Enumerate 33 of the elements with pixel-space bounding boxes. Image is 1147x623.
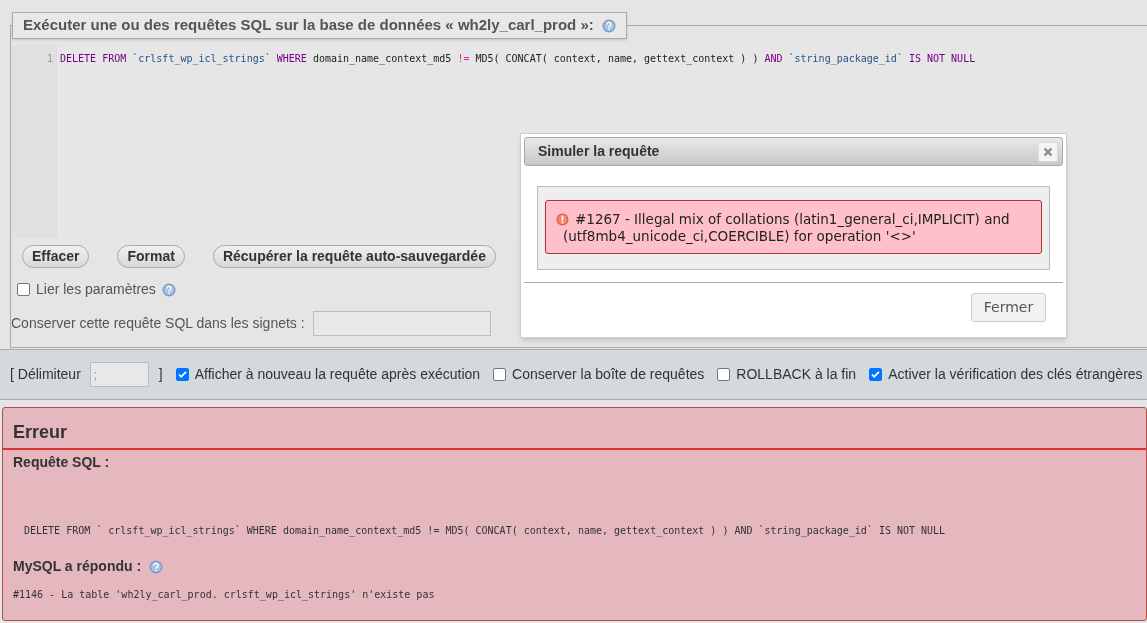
dialog-title: Simuler la requête (538, 142, 660, 161)
error-message: #1146 - La table 'wh2ly_carl_prod. crlsft_wp_icl_strings' n'existe pas (12, 588, 436, 602)
toolbar-button[interactable]: Format (117, 245, 185, 268)
close-dialog-button[interactable]: Fermer (971, 293, 1046, 322)
query-heading: Requête SQL : (12, 453, 111, 472)
response-heading: MySQL a répondu : (13, 557, 142, 576)
checkbox-label: Lier les paramètres (36, 280, 156, 299)
delimiter-label: [ Délimiteur (10, 365, 81, 384)
checkbox[interactable] (493, 368, 507, 381)
code-line: DELETE FROM `crlsft_wp_icl_strings` WHERE domain_name_context_md5 != MD5( CONCAT( context, name, gettext_context ) ) AND `string_package_id` IS NOT NULL (60, 52, 976, 66)
error-icon (556, 213, 569, 226)
checkbox[interactable] (717, 368, 731, 381)
close-button[interactable] (1038, 141, 1058, 162)
line-number: 1 (45, 52, 53, 66)
help-icon[interactable] (601, 18, 616, 33)
help-icon[interactable] (161, 282, 176, 297)
toolbar-button[interactable]: Effacer (22, 245, 90, 268)
help-icon[interactable] (149, 559, 164, 574)
close-icon (1043, 146, 1053, 157)
sql-query: DELETE FROM ` crlsft_wp_icl_strings` WHERE domain_name_context_md5 != MD5( CONCAT( context, name, gettext_context ) ) AND `string_package_id` IS NOT NULL (23, 524, 947, 538)
error-title: Erreur (3, 407, 1146, 450)
toolbar-button[interactable]: Récupérer la requête auto-sauvegardée (212, 245, 496, 268)
checkbox-label: Activer la vérification des clés étrangères (888, 365, 1143, 384)
checkbox[interactable] (869, 368, 883, 381)
delimiter-label: ] (158, 365, 163, 384)
bookmark-input[interactable] (312, 311, 491, 336)
checkbox-label: ROLLBACK à la fin (736, 365, 857, 384)
checkbox-label: Conserver la boîte de requêtes (512, 365, 705, 384)
checkbox[interactable] (17, 283, 30, 296)
query-legend: Exécuter une ou des requêtes SQL sur la base de données « wh2ly_carl_prod »: (23, 14, 594, 37)
bookmark-label: Conserver cette requête SQL dans les signets : (11, 314, 305, 333)
checkbox-label: Afficher à nouveau la requête après exécution (194, 365, 481, 384)
checkbox[interactable] (175, 368, 189, 381)
